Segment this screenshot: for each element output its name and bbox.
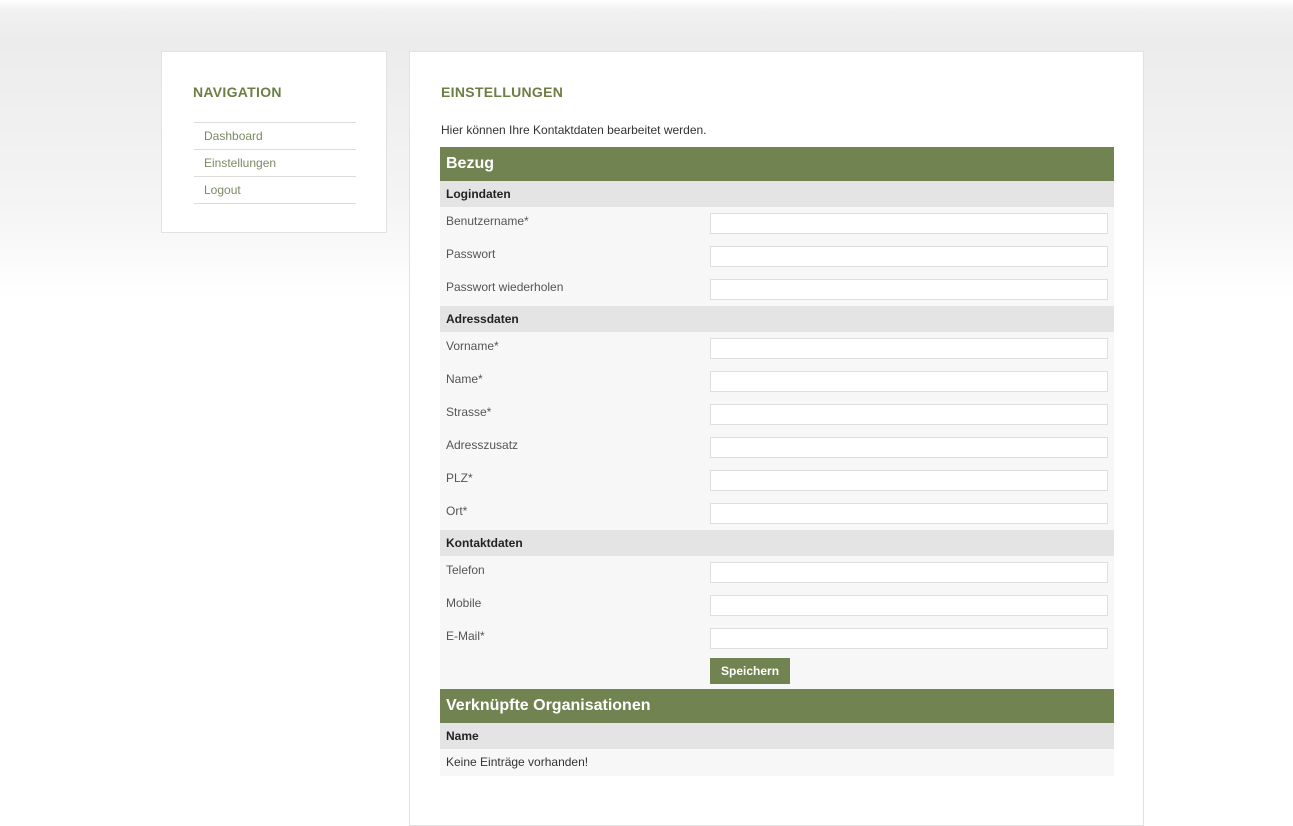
navigation-title: NAVIGATION	[193, 84, 282, 100]
adresszusatz-field[interactable]	[710, 437, 1108, 458]
navigation-list: Dashboard Einstellungen Logout	[194, 122, 356, 204]
username-field[interactable]	[710, 213, 1108, 234]
save-row: Speichern	[440, 655, 1114, 689]
form-row-username: Benutzername*	[440, 207, 1114, 240]
intro-text: Hier können Ihre Kontaktdaten bearbeitet…	[441, 123, 707, 137]
nav-item-logout[interactable]: Logout	[194, 177, 356, 204]
plz-field[interactable]	[710, 470, 1108, 491]
save-button[interactable]: Speichern	[710, 658, 791, 684]
form-row-vorname: Vorname*	[440, 332, 1114, 365]
nav-item-dashboard[interactable]: Dashboard	[194, 123, 356, 150]
page-title: EINSTELLUNGEN	[441, 84, 564, 100]
settings-form: Bezug Logindaten Benutzername* Passwort …	[440, 147, 1114, 776]
form-row-adresszusatz: Adresszusatz	[440, 431, 1114, 464]
ort-label: Ort*	[446, 504, 468, 518]
name-field[interactable]	[710, 371, 1108, 392]
kontaktdaten-header: Kontaktdaten	[440, 530, 1114, 556]
vorname-label: Vorname*	[446, 339, 499, 353]
strasse-label: Strasse*	[446, 405, 492, 419]
orgs-empty-message: Keine Einträge vorhanden!	[440, 749, 1114, 776]
form-row-password-repeat: Passwort wiederholen	[440, 273, 1114, 306]
vorname-field[interactable]	[710, 338, 1108, 359]
form-row-ort: Ort*	[440, 497, 1114, 530]
form-row-strasse: Strasse*	[440, 398, 1114, 431]
telefon-field[interactable]	[710, 562, 1108, 583]
email-field[interactable]	[710, 628, 1108, 649]
form-row-email: E-Mail*	[440, 622, 1114, 655]
adressdaten-header: Adressdaten	[440, 306, 1114, 332]
section-orgs-title: Verknüpfte Organisationen	[440, 689, 1114, 723]
mobile-label: Mobile	[446, 596, 482, 610]
password-repeat-field[interactable]	[710, 279, 1108, 300]
plz-label: PLZ*	[446, 471, 473, 485]
form-row-mobile: Mobile	[440, 589, 1114, 622]
ort-field[interactable]	[710, 503, 1108, 524]
mobile-field[interactable]	[710, 595, 1108, 616]
email-label: E-Mail*	[446, 629, 485, 643]
password-field[interactable]	[710, 246, 1108, 267]
adresszusatz-label: Adresszusatz	[446, 438, 519, 452]
form-row-telefon: Telefon	[440, 556, 1114, 589]
password-repeat-label: Passwort wiederholen	[446, 280, 564, 294]
navigation-panel: NAVIGATION Dashboard Einstellungen Logou…	[161, 51, 387, 233]
form-row-password: Passwort	[440, 240, 1114, 273]
strasse-field[interactable]	[710, 404, 1108, 425]
form-row-name: Name*	[440, 365, 1114, 398]
section-bezug-title: Bezug	[440, 147, 1114, 181]
name-label: Name*	[446, 372, 483, 386]
form-row-plz: PLZ*	[440, 464, 1114, 497]
logindaten-header: Logindaten	[440, 181, 1114, 207]
password-label: Passwort	[446, 247, 496, 261]
settings-panel: EINSTELLUNGEN Hier können Ihre Kontaktda…	[409, 51, 1144, 826]
username-label: Benutzername*	[446, 214, 529, 228]
nav-item-einstellungen[interactable]: Einstellungen	[194, 150, 356, 177]
telefon-label: Telefon	[446, 563, 485, 577]
orgs-column-header: Name	[440, 723, 1114, 749]
